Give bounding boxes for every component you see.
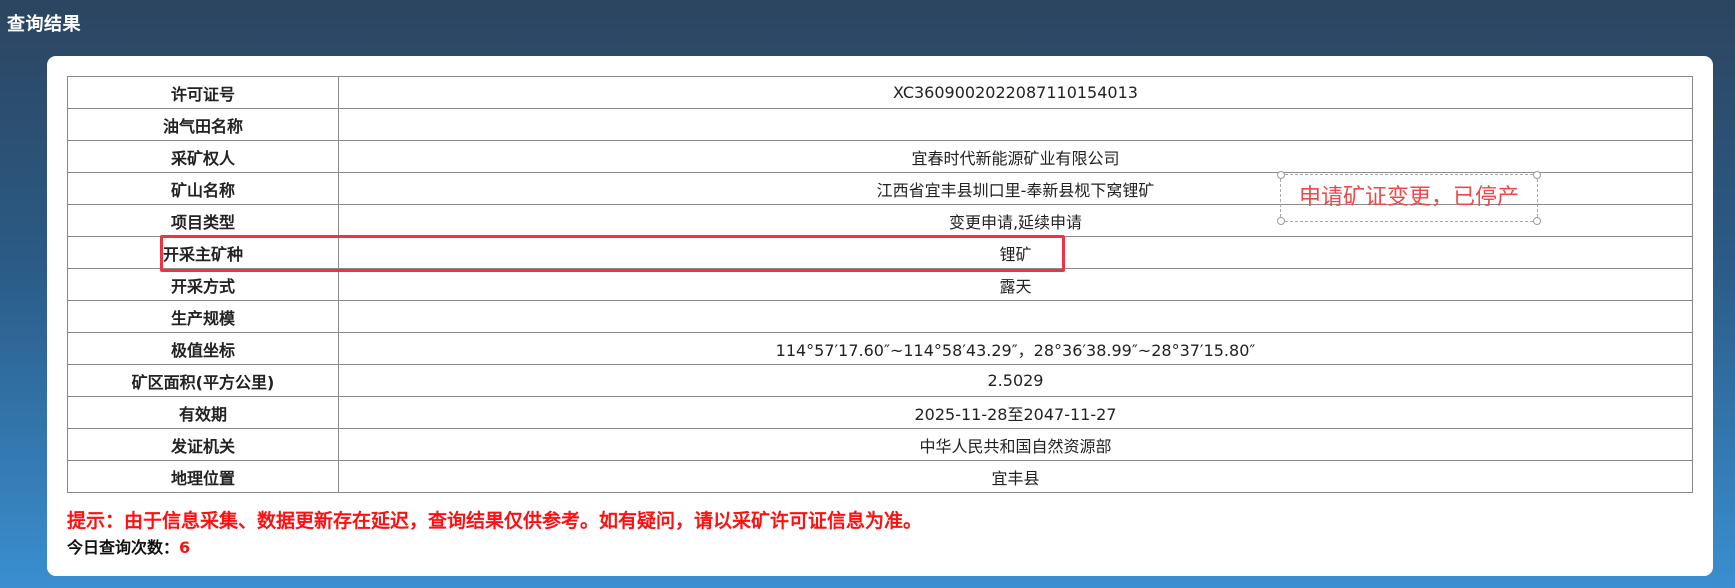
row-label: 极值坐标: [67, 332, 339, 365]
page-title: 查询结果: [7, 14, 81, 35]
row-label: 油气田名称: [67, 108, 339, 141]
resize-handle[interactable]: [1533, 171, 1541, 179]
result-card: 许可证号 XC3609002022087110154013 油气田名称 采矿权人…: [47, 56, 1713, 576]
resize-handle[interactable]: [1277, 217, 1285, 225]
table-row: 油气田名称: [67, 108, 1693, 141]
row-label: 发证机关: [67, 428, 339, 461]
row-label: 开采方式: [67, 268, 339, 301]
notice-text: 提示：由于信息采集、数据更新存在延迟，查询结果仅供参考。如有疑问，请以采矿许可证…: [67, 510, 923, 532]
row-value: 锂矿: [338, 236, 1693, 269]
row-value: XC3609002022087110154013: [338, 76, 1693, 109]
row-value: 宜丰县: [338, 460, 1693, 493]
row-label: 项目类型: [67, 204, 339, 237]
row-value: 2025-11-28至2047-11-27: [338, 396, 1693, 429]
row-label: 矿区面积(平方公里): [67, 364, 339, 397]
table-row: 发证机关 中华人民共和国自然资源部: [67, 428, 1693, 461]
row-value: 2.5029: [338, 364, 1693, 397]
table-row: 采矿权人 宜春时代新能源矿业有限公司: [67, 140, 1693, 173]
query-count-label: 今日查询次数：: [67, 538, 180, 557]
row-value: 宜春时代新能源矿业有限公司: [338, 140, 1693, 173]
query-count-value: 6: [179, 538, 191, 557]
table-row: 开采主矿种 锂矿: [67, 236, 1693, 269]
table-row: 许可证号 XC3609002022087110154013: [67, 76, 1693, 109]
annotation-text: 申请矿证变更，已停产: [1298, 185, 1519, 210]
row-label: 矿山名称: [67, 172, 339, 205]
row-label: 开采主矿种: [67, 236, 339, 269]
table-row: 生产规模: [67, 300, 1693, 333]
resize-handle[interactable]: [1277, 171, 1285, 179]
table-row: 地理位置 宜丰县: [67, 460, 1693, 493]
row-label: 地理位置: [67, 460, 339, 493]
result-table: 许可证号 XC3609002022087110154013 油气田名称 采矿权人…: [67, 76, 1693, 493]
row-value: [338, 300, 1693, 333]
row-label: 采矿权人: [67, 140, 339, 173]
row-value: 114°57′17.60″~114°58′43.29″，28°36′38.99″…: [338, 332, 1693, 365]
row-label: 有效期: [67, 396, 339, 429]
table-row: 极值坐标 114°57′17.60″~114°58′43.29″，28°36′3…: [67, 332, 1693, 365]
table-row: 矿区面积(平方公里) 2.5029: [67, 364, 1693, 397]
query-count: 今日查询次数：6: [67, 534, 190, 558]
row-label: 许可证号: [67, 76, 339, 109]
row-value: [338, 108, 1693, 141]
annotation-textbox[interactable]: 申请矿证变更，已停产: [1277, 171, 1541, 225]
row-label: 生产规模: [67, 300, 339, 333]
resize-handle[interactable]: [1533, 217, 1541, 225]
row-value: 露天: [338, 268, 1693, 301]
row-value: 中华人民共和国自然资源部: [338, 428, 1693, 461]
table-row: 开采方式 露天: [67, 268, 1693, 301]
table-row: 有效期 2025-11-28至2047-11-27: [67, 396, 1693, 429]
